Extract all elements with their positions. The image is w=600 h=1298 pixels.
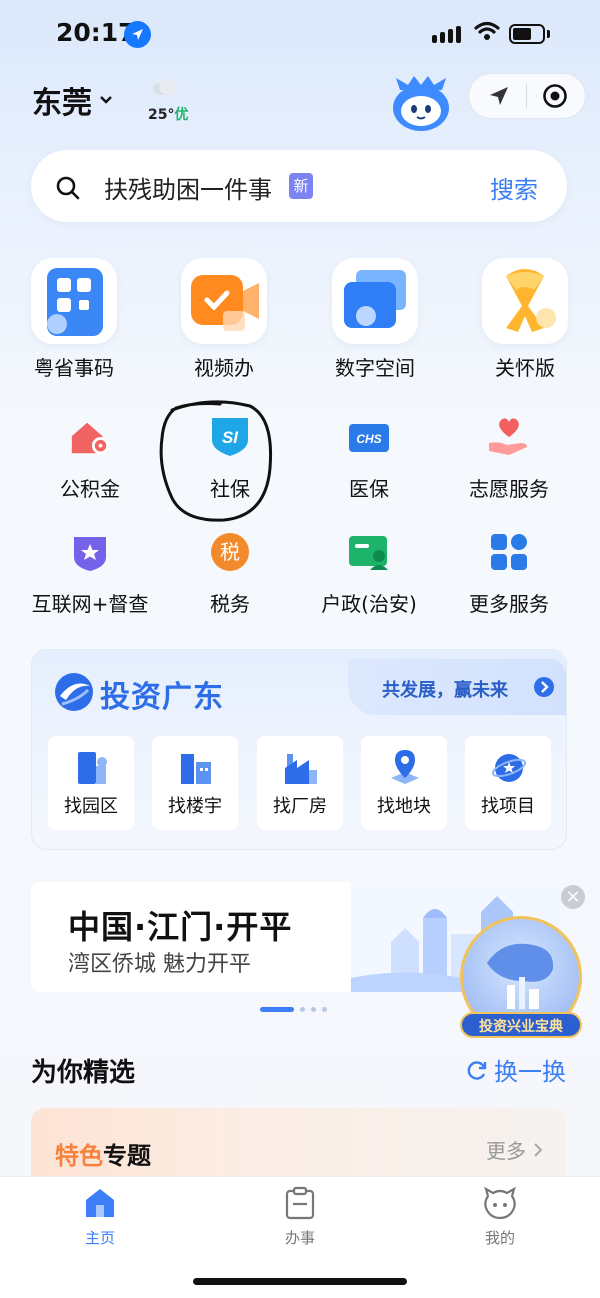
topic-more-link[interactable]: 更多	[486, 1135, 544, 1164]
invest-item-label: 找地块	[377, 796, 431, 817]
shield-star-icon[interactable]	[68, 530, 112, 574]
carousel-indicator	[260, 1007, 327, 1012]
service-label: 公积金	[60, 477, 120, 501]
banner-subtitle: 湾区侨城 魅力开平	[68, 952, 251, 977]
factory-icon	[285, 754, 317, 784]
tile-qr-code[interactable]	[31, 258, 117, 344]
invest-item-label: 找项目	[481, 796, 535, 817]
carousel-dot-active	[260, 1007, 294, 1012]
topic-title-rest: 专题	[103, 1142, 151, 1170]
tax-icon-text: 税	[220, 540, 240, 564]
grid-more-icon[interactable]	[487, 530, 531, 574]
cellular-signal-icon	[432, 26, 461, 43]
topic-title: 特色专题	[55, 1136, 151, 1171]
volunteer-heart-icon[interactable]	[487, 414, 531, 458]
chevron-right-icon[interactable]	[534, 677, 554, 697]
battery-tip	[547, 30, 550, 38]
city-name: 东莞	[32, 86, 92, 121]
tile-video[interactable]	[181, 258, 267, 344]
mascot-assistant-icon[interactable]	[390, 76, 452, 132]
home-icon[interactable]	[83, 1186, 117, 1220]
tile-label: 视频办	[194, 356, 254, 380]
tab-services[interactable]: 办事	[260, 1227, 340, 1248]
refresh-label: 换一换	[494, 1058, 566, 1086]
location-arrow-icon	[124, 21, 151, 48]
profile-face-icon[interactable]	[482, 1186, 518, 1220]
video-camera-icon	[191, 275, 259, 331]
banner-title: 中国·江门·开平	[68, 908, 293, 946]
city-selector[interactable]: 东莞	[32, 78, 114, 122]
qr-code-icon	[47, 268, 103, 336]
service-label: 互联网+督查	[31, 592, 149, 616]
close-icon[interactable]: ×	[561, 885, 585, 909]
capsule-divider	[525, 84, 527, 108]
search-input[interactable]: 扶残助困一件事	[104, 170, 272, 205]
carousel-dot	[300, 1007, 305, 1012]
new-badge: 新	[289, 173, 313, 199]
carousel-dot	[311, 1007, 316, 1012]
hand-drawn-circle-annotation	[159, 400, 273, 522]
invest-item-label: 找楼宇	[168, 796, 222, 817]
service-label: 医保	[349, 477, 389, 501]
invest-guide-label[interactable]: 投资兴业宝典	[460, 1012, 582, 1038]
land-pin-icon	[391, 750, 419, 784]
digital-space-icon	[344, 270, 406, 328]
tab-home[interactable]: 主页	[60, 1227, 140, 1248]
tab-profile[interactable]: 我的	[460, 1227, 540, 1248]
invest-item-label: 找园区	[64, 796, 118, 817]
service-label: 户政(治安)	[321, 592, 417, 616]
weather-info[interactable]: 25°优	[148, 104, 188, 124]
air-quality: 优	[174, 107, 189, 123]
tile-label: 关怀版	[495, 356, 555, 380]
care-ribbon-icon	[506, 269, 556, 332]
tile-care-mode[interactable]	[482, 258, 568, 344]
invest-logo-icon	[55, 673, 93, 711]
invest-item-label: 找厂房	[273, 796, 327, 817]
service-label: 志愿服务	[469, 477, 549, 501]
clipboard-icon[interactable]	[284, 1186, 316, 1220]
more-label: 更多	[486, 1139, 526, 1163]
medical-insurance-icon-text: CHS	[356, 432, 381, 446]
search-button[interactable]: 搜索	[490, 170, 538, 205]
temperature: 25°	[148, 107, 175, 123]
chevron-right-icon	[534, 1143, 543, 1157]
medical-insurance-icon[interactable]: CHS	[347, 416, 391, 460]
refresh-button[interactable]: 换一换	[466, 1052, 566, 1087]
carousel-dot	[322, 1007, 327, 1012]
park-building-icon	[78, 752, 107, 784]
tile-label: 粤省事码	[34, 356, 114, 380]
navigation-arrow-icon[interactable]	[487, 84, 511, 108]
mini-program-capsule	[468, 73, 586, 119]
record-target-icon[interactable]	[542, 83, 568, 109]
section-title-picks: 为你精选	[31, 1058, 136, 1088]
refresh-icon	[467, 1060, 487, 1080]
cloud-icon	[153, 79, 177, 95]
search-icon	[56, 176, 80, 200]
office-building-icon	[181, 754, 211, 784]
tile-label: 数字空间	[335, 356, 415, 380]
invest-slogan-link[interactable]: 共发展，赢未来	[382, 676, 508, 702]
wifi-icon	[474, 20, 500, 46]
home-indicator	[193, 1278, 407, 1285]
topic-title-highlight: 特色	[55, 1142, 103, 1170]
tile-digital-space[interactable]	[332, 258, 418, 344]
service-label: 更多服务	[469, 592, 549, 616]
invest-title: 投资广东	[100, 680, 224, 715]
housing-fund-icon[interactable]	[68, 416, 112, 460]
project-globe-icon	[491, 754, 527, 782]
battery-icon	[509, 24, 545, 44]
chevron-down-icon	[100, 96, 112, 104]
service-label: 税务	[210, 592, 250, 616]
tax-icon[interactable]: 税	[208, 530, 252, 574]
household-id-icon[interactable]	[347, 530, 391, 574]
